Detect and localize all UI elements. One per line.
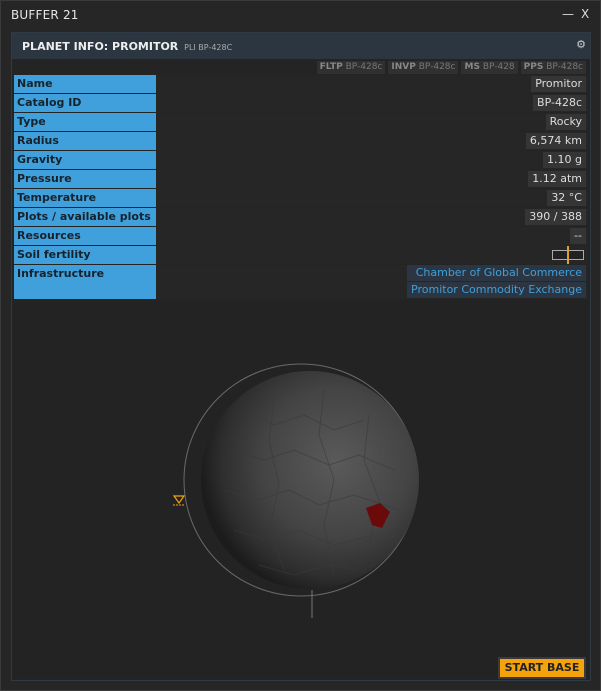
temperature-value: 32 °C	[547, 190, 586, 206]
planet-viewport[interactable]	[14, 300, 588, 678]
row-resources: Resources --	[14, 227, 588, 245]
row-plots: Plots / available plots 390 / 388	[14, 208, 588, 226]
code-fltp[interactable]: FLTP BP-428c	[316, 61, 386, 74]
row-infrastructure: Infrastructure Chamber of Global Commerc…	[14, 265, 588, 299]
row-name: Name Promitor	[14, 75, 588, 93]
orbit-marker-icon[interactable]	[172, 495, 186, 506]
title-bar[interactable]: BUFFER 21 — X	[1, 1, 600, 29]
radius-value: 6,574 km	[525, 133, 586, 149]
row-gravity: Gravity 1.10 g	[14, 151, 588, 169]
row-radius: Radius 6,574 km	[14, 132, 588, 150]
window-title: BUFFER 21	[11, 8, 79, 22]
resources-value: --	[570, 228, 586, 244]
row-label: Soil fertility	[14, 246, 156, 264]
gear-icon[interactable]: ⚙	[576, 38, 586, 51]
window: BUFFER 21 — X PLANET INFO: PROMITOR PLI …	[0, 0, 601, 691]
row-pressure: Pressure 1.12 atm	[14, 170, 588, 188]
code-pps[interactable]: PPS BP-428c	[520, 61, 586, 74]
catalog-id-value: BP-428c	[533, 95, 586, 111]
row-label: Plots / available plots	[14, 208, 156, 226]
row-label: Type	[14, 113, 156, 131]
row-label: Pressure	[14, 170, 156, 188]
planet-name-value: Promitor	[531, 76, 586, 92]
row-label: Name	[14, 75, 156, 93]
close-button[interactable]: X	[581, 7, 589, 21]
panel-header: PLANET INFO: PROMITOR PLI BP-428C ⚙	[12, 33, 590, 59]
pressure-value: 1.12 atm	[528, 171, 586, 187]
code-invp[interactable]: INVP BP-428c	[388, 61, 459, 74]
planet-sphere	[201, 371, 419, 589]
gravity-value: 1.10 g	[543, 152, 586, 168]
panel-subtitle: PLI BP-428C	[184, 43, 233, 52]
type-value: Rocky	[545, 114, 586, 130]
minimize-button[interactable]: —	[562, 7, 574, 21]
code-ms[interactable]: MS BP-428	[461, 61, 518, 74]
infrastructure-link[interactable]: Promitor Commodity Exchange	[407, 282, 586, 298]
row-label: Catalog ID	[14, 94, 156, 112]
row-soil-fertility: Soil fertility	[14, 246, 588, 264]
row-label: Infrastructure	[14, 265, 156, 299]
command-codes: FLTP BP-428c INVP BP-428c MS BP-428 PPS …	[316, 61, 586, 74]
row-label: Resources	[14, 227, 156, 245]
infrastructure-link[interactable]: Chamber of Global Commerce	[407, 265, 586, 281]
start-base-button[interactable]: START BASE	[498, 657, 586, 679]
soil-fertility-bar	[552, 246, 584, 264]
row-label: Radius	[14, 132, 156, 150]
planet-render	[172, 363, 419, 618]
soil-fertility-marker	[567, 246, 569, 264]
panel-title: PLANET INFO: PROMITOR PLI BP-428C	[22, 40, 233, 53]
row-catalog: Catalog ID BP-428c	[14, 94, 588, 112]
planet-info-panel: PLANET INFO: PROMITOR PLI BP-428C ⚙ FLTP…	[11, 32, 591, 681]
row-label: Temperature	[14, 189, 156, 207]
infrastructure-list: Chamber of Global Commerce Promitor Comm…	[407, 265, 586, 299]
row-type: Type Rocky	[14, 113, 588, 131]
row-label: Gravity	[14, 151, 156, 169]
plots-value: 390 / 388	[525, 209, 586, 225]
row-temperature: Temperature 32 °C	[14, 189, 588, 207]
planet-info-table: Name Promitor Catalog ID BP-428c Type Ro…	[14, 75, 588, 300]
